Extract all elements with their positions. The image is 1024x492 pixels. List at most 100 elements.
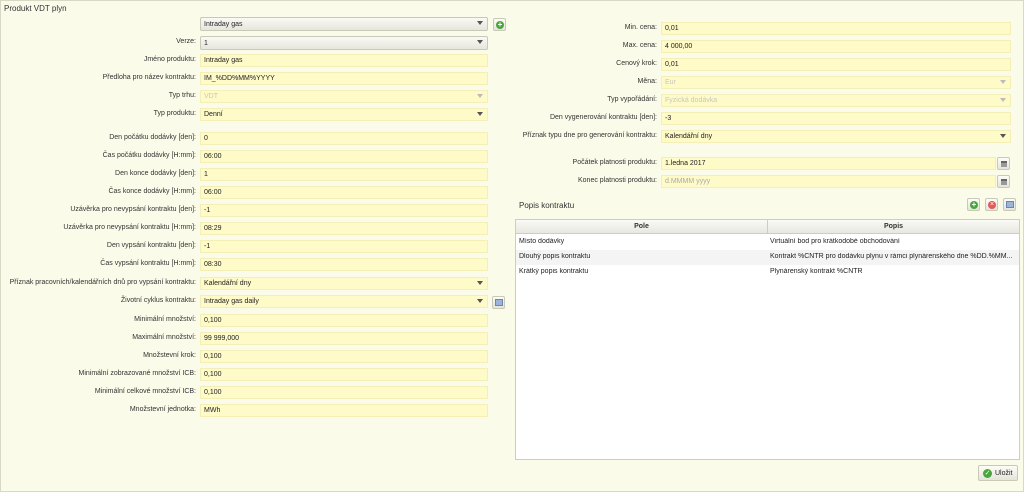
field-input[interactable]: 0,100 (200, 350, 488, 363)
page-title: Produkt VDT plyn (4, 4, 67, 13)
field-label: Uzávěrka pro nevypsání kontraktu [den]: (70, 206, 196, 213)
edit-icon (495, 299, 503, 306)
add-desc-button[interactable]: + (967, 198, 980, 211)
field-value: 0,01 (665, 61, 679, 68)
field-input[interactable]: MWh (200, 404, 488, 417)
field-label: Měna: (637, 78, 657, 85)
field-input[interactable]: 99 999,000 (200, 332, 488, 345)
left-field-row: Uzávěrka pro nevypsání kontraktu [H:mm]: (0, 222, 196, 235)
table-cell-pole: Krátký popis kontraktu (519, 268, 589, 275)
field-value: Intraday gas daily (204, 298, 259, 305)
save-button[interactable]: ✓ Uložit (978, 465, 1018, 481)
version-select[interactable]: 1 (200, 36, 488, 50)
field-value: 0,100 (204, 353, 222, 360)
field-input[interactable]: -1 (200, 204, 488, 217)
field-label: Den vypsání kontraktu [den]: (106, 242, 196, 249)
left-field-row: Maximální množství: (0, 332, 196, 345)
left-field-row: Čas počátku dodávky [H:mm]: (0, 150, 196, 163)
field-value: VDT (204, 93, 218, 100)
field-value: Denní (204, 111, 223, 118)
version-label: Verze: (176, 38, 196, 45)
field-select[interactable]: Denní (200, 108, 488, 121)
field-value: MWh (204, 407, 221, 414)
calendar-icon (1001, 179, 1007, 185)
left-field-row: Předloha pro název kontraktu: (0, 72, 196, 85)
validity-end-calendar-button[interactable] (997, 175, 1010, 188)
right-field-row: Min. cena: (500, 22, 657, 35)
field-value: 0,01 (665, 25, 679, 32)
contract-desc-title: Popis kontraktu (519, 201, 575, 210)
green-plus-icon: + (970, 200, 978, 209)
chevron-down-icon (1000, 98, 1006, 102)
field-input[interactable]: 1 (200, 168, 488, 181)
field-input[interactable]: -1 (200, 240, 488, 253)
field-label: Minimální celkové množství ICB: (94, 388, 196, 395)
table-cell-popis: Kontrakt %CNTR pro dodávku plynu v rámci… (770, 253, 1013, 260)
field-input[interactable]: 08:29 (200, 222, 488, 235)
field-label: Minimální zobrazované množství ICB: (78, 370, 197, 377)
field-input[interactable]: 4 000,00 (661, 40, 1011, 53)
left-field-row: Typ trhu: (0, 90, 196, 103)
chevron-down-icon (477, 21, 483, 25)
field-select[interactable]: Kalendářní dny (200, 277, 488, 290)
field-label: Typ produktu: (153, 110, 196, 117)
field-label: Cenový krok: (616, 60, 657, 67)
field-value: 0,100 (204, 317, 222, 324)
field-input[interactable]: 0 (200, 132, 488, 145)
left-field-row: Minimální zobrazované množství ICB: (0, 368, 197, 381)
field-value: 06:00 (204, 189, 222, 196)
validity-start-label: Počátek platnosti produktu: (572, 159, 657, 166)
field-input[interactable]: 0,100 (200, 368, 488, 381)
field-value: 08:30 (204, 261, 222, 268)
table-row[interactable]: Dlouhý popis kontraktu Kontrakt %CNTR pro… (516, 250, 1019, 265)
left-field-row: Den konce dodávky [den]: (0, 168, 196, 181)
field-select[interactable]: Kalendářní dny (661, 130, 1011, 143)
validity-start-field[interactable]: 1.ledna 2017 (661, 157, 996, 170)
field-input[interactable]: 0,01 (661, 22, 1011, 35)
table-row[interactable]: Krátký popis kontraktu Plynárenský kontra… (516, 265, 1019, 280)
left-field-row: Jméno produktu: (0, 54, 196, 67)
delete-desc-button[interactable]: × (985, 198, 998, 211)
edit-lifecycle-button[interactable] (492, 296, 505, 309)
validity-start-calendar-button[interactable] (997, 157, 1010, 170)
field-select[interactable]: Intraday gas daily (200, 295, 488, 308)
validity-start-row: Počátek platnosti produktu: (500, 157, 657, 170)
field-label: Den vygenerování kontraktu [den]: (549, 114, 657, 121)
table-cell-pole: Dlouhý popis kontraktu (519, 253, 591, 260)
field-label: Množstevní krok: (143, 352, 196, 359)
validity-end-field[interactable]: d.MMMM yyyy (661, 175, 996, 188)
left-field-row: Minimální celkové množství ICB: (0, 386, 196, 399)
field-input[interactable]: 0,100 (200, 314, 488, 327)
validity-end-row: Konec platnosti produktu: (500, 175, 657, 188)
left-field-row: Čas vypsání kontraktu [H:mm]: (0, 258, 196, 271)
field-input[interactable]: 0,01 (661, 58, 1011, 71)
field-value: IM_%DD%MM%YYYY (204, 75, 275, 82)
chevron-down-icon (1000, 80, 1006, 84)
left-field-row: Den počátku dodávky [den]: (0, 132, 196, 145)
field-value: 0,100 (204, 371, 222, 378)
column-header-popis[interactable]: Popis (768, 223, 1019, 230)
table-cell-pole: Místo dodávky (519, 238, 565, 245)
field-input[interactable]: IM_%DD%MM%YYYY (200, 72, 488, 85)
field-label: Předloha pro název kontraktu: (102, 74, 196, 81)
save-button-label: Uložit (995, 470, 1013, 477)
column-header-pole[interactable]: Pole (516, 223, 767, 230)
field-value: Eur (665, 79, 676, 86)
field-input[interactable]: 06:00 (200, 186, 488, 199)
chevron-down-icon (477, 94, 483, 98)
field-input[interactable]: 06:00 (200, 150, 488, 163)
chevron-down-icon (477, 281, 483, 285)
field-value: Intraday gas (204, 57, 243, 64)
field-value: -3 (665, 115, 672, 122)
field-label: Maximální množství: (132, 334, 196, 341)
field-input[interactable]: Intraday gas (200, 54, 488, 67)
field-input[interactable]: -3 (661, 112, 1011, 125)
edit-desc-button[interactable] (1003, 198, 1016, 211)
table-row[interactable]: Místo dodávky Virtuální bod pro krátkodob… (516, 235, 1019, 250)
field-input[interactable]: 08:30 (200, 258, 488, 271)
right-field-row: Měna: (500, 76, 657, 89)
field-value: 4 000,00 (665, 43, 693, 50)
field-input[interactable]: 0,100 (200, 386, 488, 399)
version-select-value: 1 (204, 40, 208, 47)
product-select[interactable]: Intraday gas (200, 17, 488, 31)
